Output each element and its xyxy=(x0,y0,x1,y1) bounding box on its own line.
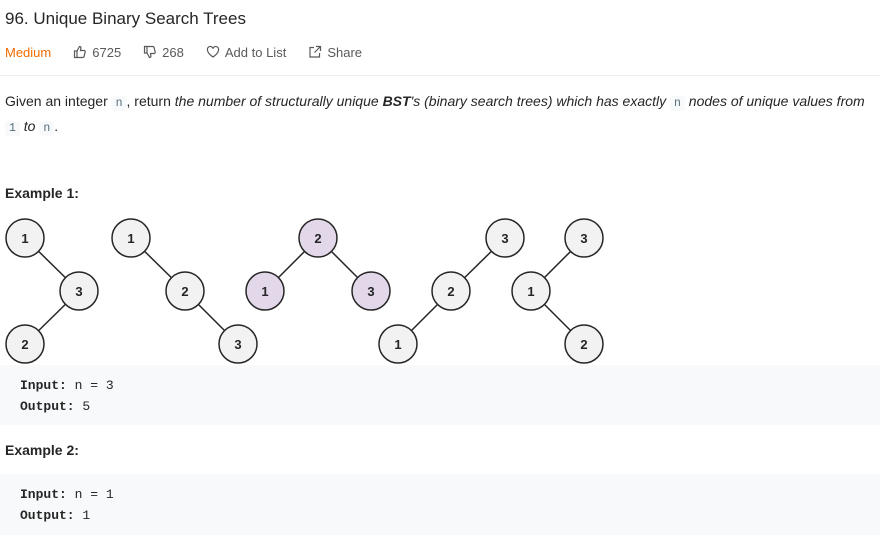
like-count: 6725 xyxy=(92,44,122,60)
desc-text: Given an integer xyxy=(5,93,112,109)
desc-emphasis: 's (binary search trees) which has exact… xyxy=(410,93,670,109)
desc-emphasis: the number of structurally unique xyxy=(174,93,383,109)
tree-node: 2 xyxy=(431,271,471,311)
svg-text:2: 2 xyxy=(181,284,188,299)
tree-node: 1 xyxy=(111,218,151,258)
input-label: Input: xyxy=(20,487,67,502)
example-1-title: Example 1: xyxy=(5,185,79,201)
desc-text: . xyxy=(54,118,59,134)
output-label: Output: xyxy=(20,508,75,523)
thumbs-up-icon xyxy=(74,45,87,59)
tree-node: 3 xyxy=(485,218,525,258)
problem-description: Given an integer n, return the number of… xyxy=(5,90,877,140)
svg-text:3: 3 xyxy=(234,337,241,352)
add-to-list-label: Add to List xyxy=(224,44,287,60)
dislike-button[interactable]: 268 xyxy=(143,45,184,60)
tree-node: 2 xyxy=(5,324,45,364)
svg-text:2: 2 xyxy=(21,337,28,352)
input-value: n = 1 xyxy=(66,487,114,502)
svg-text:2: 2 xyxy=(580,337,587,352)
desc-emphasis: to xyxy=(19,118,40,134)
svg-text:2: 2 xyxy=(447,284,454,299)
header-divider xyxy=(0,75,880,76)
tree-node: 1 xyxy=(5,218,45,258)
tree-node: 3 xyxy=(218,324,258,364)
tree-node: 3 xyxy=(59,271,99,311)
svg-text:1: 1 xyxy=(527,284,534,299)
svg-text:3: 3 xyxy=(367,284,374,299)
tree-node: 1 xyxy=(378,324,418,364)
output-value: 5 xyxy=(74,399,91,414)
tree-node: 2 xyxy=(165,271,205,311)
tree-node-highlighted: 2 xyxy=(298,218,338,258)
svg-text:2: 2 xyxy=(314,231,321,246)
desc-text: , return xyxy=(126,93,175,109)
inline-code: 1 xyxy=(5,121,20,136)
svg-text:1: 1 xyxy=(394,337,401,352)
heart-icon xyxy=(206,45,220,58)
svg-text:1: 1 xyxy=(261,284,268,299)
tree-node: 2 xyxy=(564,324,604,364)
tree-node-highlighted: 1 xyxy=(245,271,285,311)
thumbs-down-icon xyxy=(144,45,157,59)
inline-code: n xyxy=(670,96,685,111)
input-label: Input: xyxy=(20,378,67,393)
example-2-code-block: Input: n = 1 Output: 1 xyxy=(0,474,880,535)
input-value: n = 3 xyxy=(66,378,114,393)
inline-code: n xyxy=(39,121,55,136)
example-1-code-block: Input: n = 3 Output: 5 xyxy=(0,365,880,425)
svg-text:3: 3 xyxy=(75,284,82,299)
desc-emphasis: BST xyxy=(383,93,411,109)
bst-bold: BST xyxy=(382,93,411,109)
svg-text:3: 3 xyxy=(580,231,587,246)
tree-node-highlighted: 3 xyxy=(351,271,391,311)
add-to-list-button[interactable]: Add to List xyxy=(206,45,286,60)
svg-text:1: 1 xyxy=(127,231,134,246)
share-button[interactable]: Share xyxy=(308,45,362,60)
svg-text:1: 1 xyxy=(21,231,28,246)
like-button[interactable]: 6725 xyxy=(73,45,121,60)
dislike-count: 268 xyxy=(162,44,184,60)
tree-node: 3 xyxy=(564,218,604,258)
inline-code: n xyxy=(111,96,127,111)
difficulty-badge: Medium xyxy=(5,44,52,60)
tree-node: 1 xyxy=(511,271,551,311)
problem-meta-bar: Medium 6725 268 Add to List Share xyxy=(5,44,384,60)
example-1-trees-diagram: 1 3 2 1 2 3 2 1 3 3 2 1 3 1 2 xyxy=(5,218,604,364)
desc-emphasis: nodes of unique values from xyxy=(684,93,865,109)
output-label: Output: xyxy=(20,399,75,414)
share-icon xyxy=(309,45,322,58)
share-label: Share xyxy=(327,44,363,60)
svg-text:3: 3 xyxy=(501,231,508,246)
output-value: 1 xyxy=(74,508,91,523)
example-2-title: Example 2: xyxy=(5,442,79,458)
problem-title: 96. Unique Binary Search Trees xyxy=(5,9,246,28)
